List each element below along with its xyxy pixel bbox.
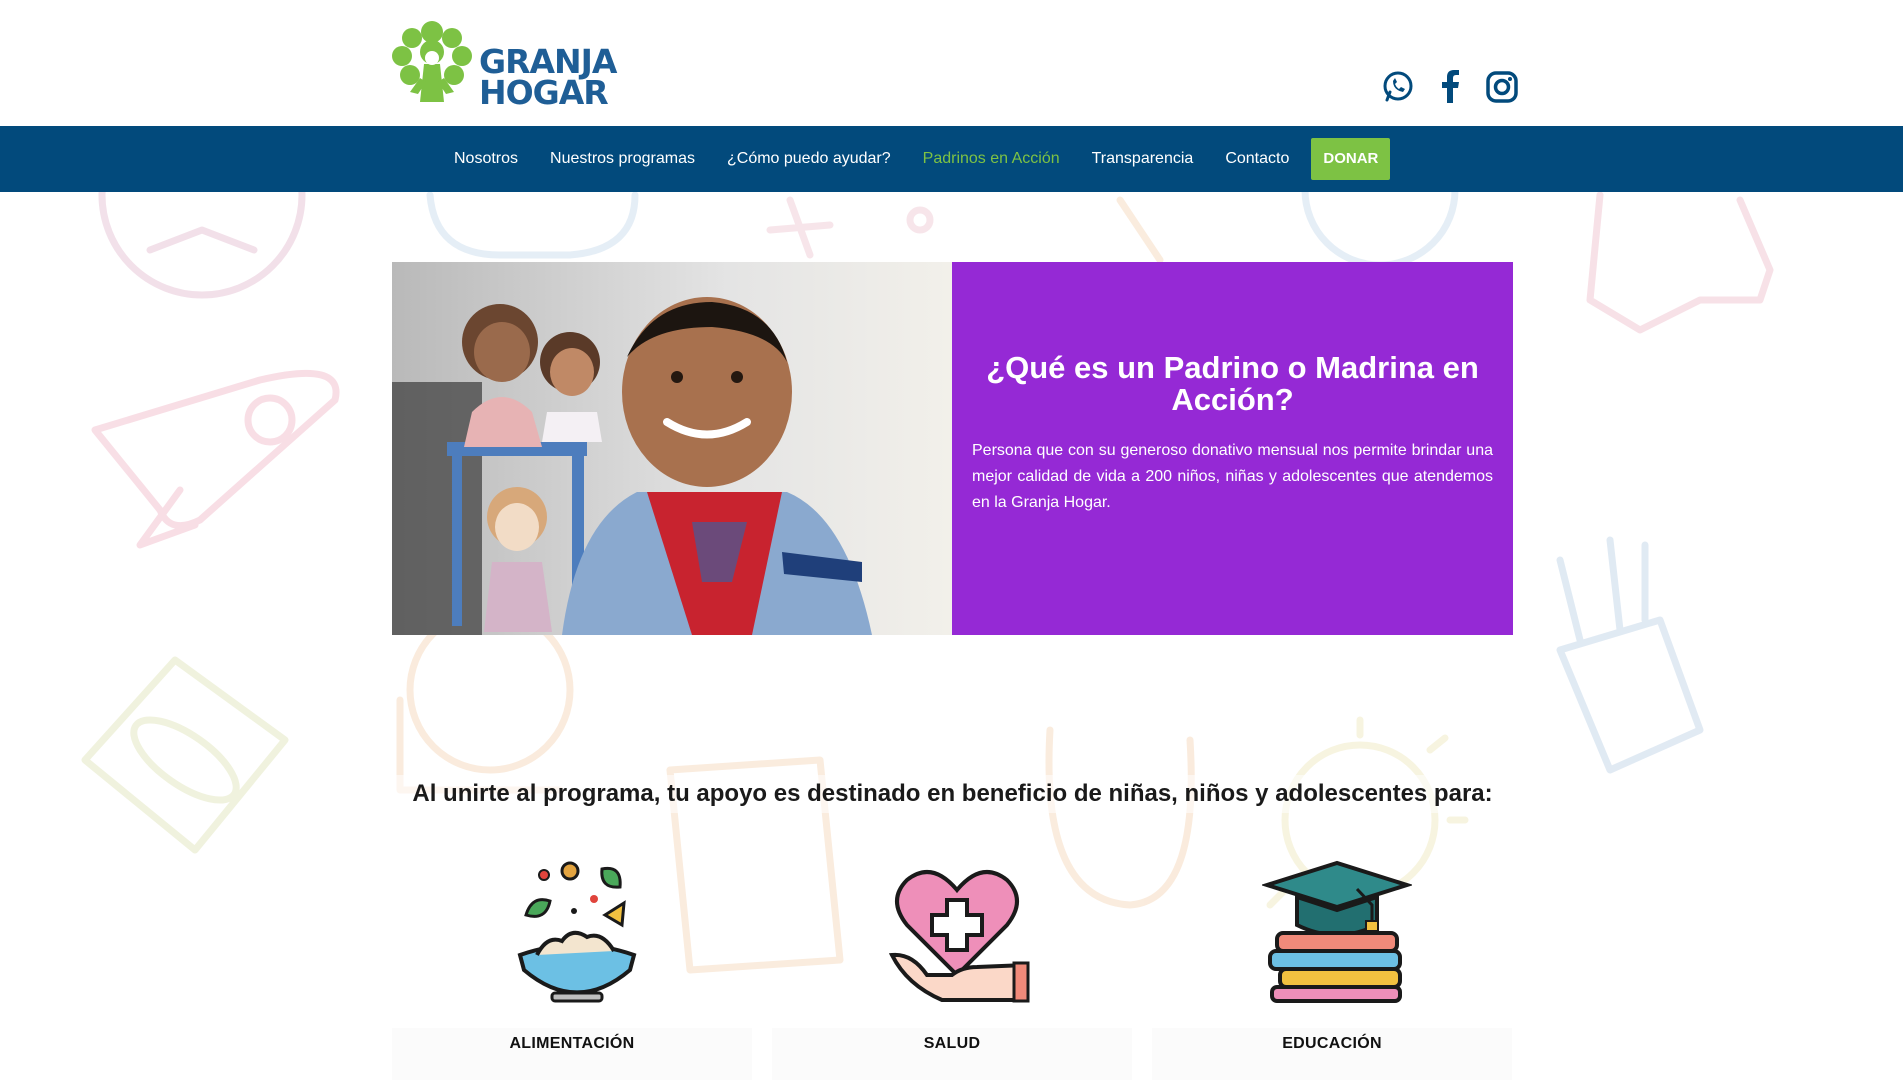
main-nav: Nosotros Nuestros programas ¿Cómo puedo …: [0, 126, 1903, 192]
tree-logo-icon: [392, 21, 472, 102]
benefit-educacion: EDUCACIÓN: [1152, 855, 1512, 1080]
nav-items: Nosotros Nuestros programas ¿Cómo puedo …: [454, 138, 1391, 180]
header: GRANJA HOGAR: [0, 0, 1903, 126]
benefit-label: SALUD: [923, 1035, 981, 1052]
food-bowl-icon: [517, 861, 637, 1003]
graduation-books-icon: [1262, 860, 1412, 1003]
health-heart-icon: [888, 870, 1030, 1003]
logo-text-line2: HOGAR: [479, 73, 609, 112]
benefit-salud: SALUD: [772, 855, 1132, 1080]
hero-section: ¿Qué es un Padrino o Madrina en Acción? …: [392, 262, 1513, 635]
facebook-icon[interactable]: [1434, 70, 1468, 104]
nav-item-nosotros[interactable]: Nosotros: [454, 150, 518, 168]
hero-photo: [392, 262, 952, 635]
logo[interactable]: GRANJA HOGAR: [390, 20, 617, 109]
hero-info-box: ¿Qué es un Padrino o Madrina en Acción? …: [952, 262, 1513, 635]
child-with-dolls-photo: [392, 262, 952, 635]
nav-item-padrinos-en-accion[interactable]: Padrinos en Acción: [923, 150, 1060, 168]
page: GRANJA HOGAR Nosotros Nuestros programas…: [0, 0, 1903, 1080]
nav-item-contacto[interactable]: Contacto: [1225, 150, 1289, 168]
hero-title: ¿Qué es un Padrino o Madrina en Acción?: [986, 350, 1479, 417]
nav-item-transparencia[interactable]: Transparencia: [1092, 150, 1194, 168]
logo-text: GRANJA HOGAR: [479, 45, 617, 112]
donate-button[interactable]: DONAR: [1311, 138, 1391, 180]
whatsapp-icon[interactable]: [1381, 70, 1415, 104]
benefit-alimentacion: ALIMENTACIÓN: [392, 855, 752, 1080]
benefits-heading: Al unirte al programa, tu apoyo es desti…: [392, 775, 1513, 813]
nav-item-nuestros-programas[interactable]: Nuestros programas: [550, 150, 695, 168]
benefit-label: ALIMENTACIÓN: [509, 1035, 635, 1052]
instagram-icon[interactable]: [1485, 70, 1519, 104]
benefit-label: EDUCACIÓN: [1282, 1035, 1382, 1052]
hero-description: Persona que con su generoso donativo men…: [972, 442, 1493, 511]
nav-item-como-puedo-ayudar[interactable]: ¿Cómo puedo ayudar?: [727, 150, 891, 168]
